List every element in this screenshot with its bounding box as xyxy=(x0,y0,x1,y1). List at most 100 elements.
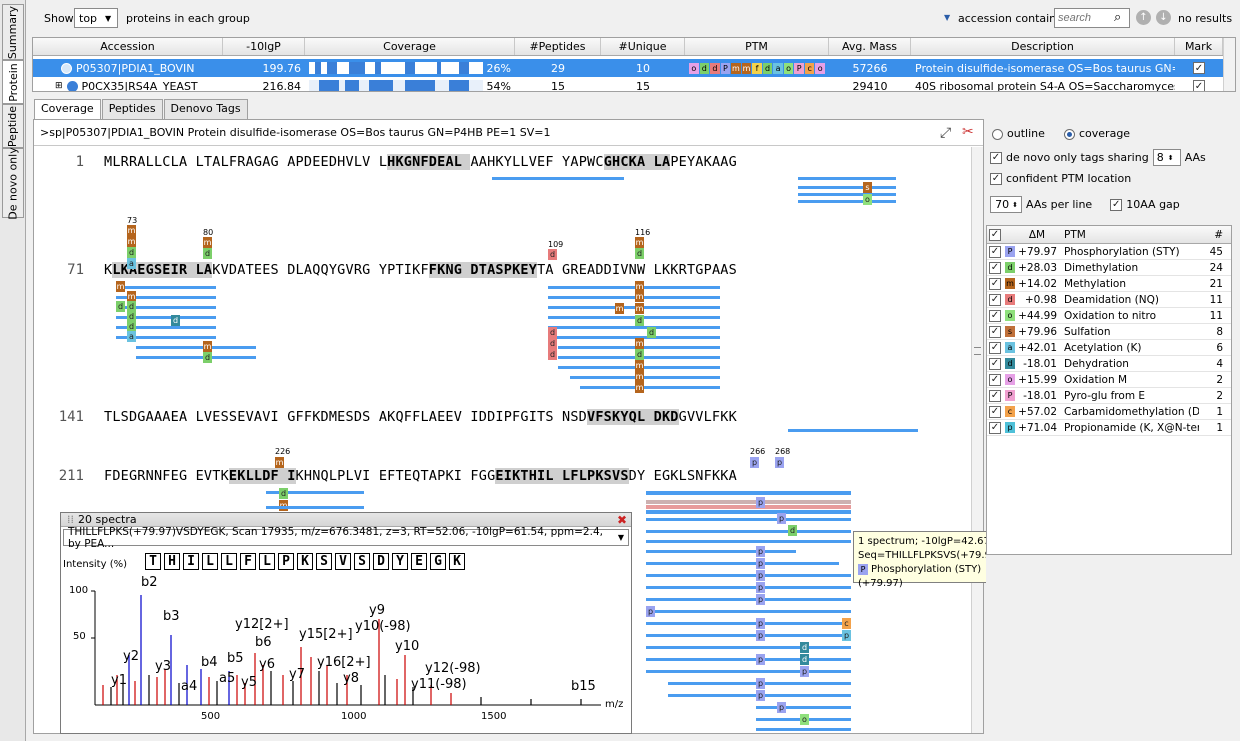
peptide-bar[interactable] xyxy=(646,491,851,495)
settings-icon[interactable]: ✂ xyxy=(962,124,974,140)
ptm-checkbox[interactable]: ✓ xyxy=(989,309,1001,322)
peptide-bar[interactable] xyxy=(580,386,720,389)
ptm-checkbox[interactable]: ✓ xyxy=(989,261,1001,274)
peptide-bar[interactable] xyxy=(646,505,851,509)
prev-result-icon[interactable]: ↑ xyxy=(1136,10,1151,25)
ptm-row[interactable]: ✓ m +14.02 Methylation 21 xyxy=(987,276,1231,292)
ptm-checkbox[interactable]: ✓ xyxy=(989,373,1001,386)
tab-protein[interactable]: Protein xyxy=(2,60,24,104)
confident-checkbox[interactable]: ✓ xyxy=(990,172,1002,185)
peptide-bar[interactable] xyxy=(798,186,896,189)
aa-per-line-spinner[interactable]: 70 ⬍ xyxy=(990,196,1022,213)
table-row[interactable]: ⊞ P0CX35|RS4A_YEAST 216.84 54% 15 15 2941… xyxy=(33,77,1223,91)
col-mass[interactable]: Avg. Mass xyxy=(829,38,911,55)
dropdown-arrow-icon[interactable]: ▼ xyxy=(944,13,950,22)
peptide-bar[interactable] xyxy=(798,177,896,180)
col-unique[interactable]: #Unique xyxy=(601,38,685,55)
denovo-checkbox[interactable]: ✓ xyxy=(990,151,1002,164)
peptide-bar[interactable] xyxy=(646,610,851,613)
col-peptides[interactable]: #Peptides xyxy=(515,38,601,55)
peptide-bar[interactable] xyxy=(646,646,851,649)
select-all-checkbox[interactable]: ✓ xyxy=(989,228,1001,241)
search-icon[interactable]: ⌕ xyxy=(1114,10,1121,25)
tab-summary[interactable]: Summary xyxy=(2,4,24,60)
peptide-bar[interactable] xyxy=(548,296,720,299)
mark-checkbox[interactable]: ✓ xyxy=(1193,62,1205,74)
peptide-bar[interactable] xyxy=(548,336,720,339)
peptide-bar[interactable] xyxy=(646,562,839,565)
coverage-radio[interactable]: coverage xyxy=(1064,127,1130,140)
peptide-bar[interactable] xyxy=(646,622,851,625)
ptm-row[interactable]: ✓ d -18.01 Dehydration 4 xyxy=(987,356,1231,372)
col-description[interactable]: Description xyxy=(911,38,1175,55)
spinner-arrows-icon[interactable]: ⬍ xyxy=(1012,201,1018,209)
peptide-bar[interactable] xyxy=(548,316,720,319)
ptm-row[interactable]: ✓ o +15.99 Oxidation M2 xyxy=(987,372,1231,388)
peptide-bar[interactable] xyxy=(646,500,851,504)
ptm-row[interactable]: ✓ d +0.98 Deamidation (NQ) 11 xyxy=(987,292,1231,308)
col-accession[interactable]: Accession xyxy=(33,38,223,55)
peptide-bar[interactable] xyxy=(548,306,720,309)
col-lgp[interactable]: -10lgP xyxy=(223,38,305,55)
ptm-checkbox[interactable]: ✓ xyxy=(989,245,1001,258)
ptm-checkbox[interactable]: ✓ xyxy=(989,277,1001,290)
peptide-bar[interactable] xyxy=(798,200,896,203)
ptm-row[interactable]: ✓ a +42.01 Acetylation (K) 6 xyxy=(987,340,1231,356)
ptm-row[interactable]: ✓c+57.02Carbamidomethylation (DHK...1 xyxy=(987,404,1231,420)
ptm-row[interactable]: ✓ P -18.01 Pyro-glu from E2 xyxy=(987,388,1231,404)
col-ptm[interactable]: PTM xyxy=(685,38,829,55)
ptm-checkbox[interactable]: ✓ xyxy=(989,405,1001,418)
peptide-bar[interactable] xyxy=(756,728,851,731)
next-result-icon[interactable]: ↓ xyxy=(1156,10,1171,25)
peptide-bar[interactable] xyxy=(492,177,624,180)
tab-denovo-only[interactable]: De novo only xyxy=(2,147,24,219)
spinner-arrows-icon[interactable]: ⬍ xyxy=(1168,154,1174,162)
peptide-bar[interactable] xyxy=(570,376,720,379)
expand-icon[interactable]: ⊞ xyxy=(55,81,63,91)
ptm-checkbox[interactable]: ✓ xyxy=(989,389,1001,402)
ptm-row[interactable]: ✓ o +44.99 Oxidation to nitro 11 xyxy=(987,308,1231,324)
ptm-checkbox[interactable]: ✓ xyxy=(989,325,1001,338)
peptide-bar[interactable] xyxy=(136,356,256,359)
peptide-bar[interactable] xyxy=(116,286,216,289)
peptide-bar[interactable] xyxy=(798,193,896,196)
tab-peptides[interactable]: Peptides xyxy=(101,99,163,119)
gap-checkbox[interactable]: ✓ xyxy=(1110,198,1123,211)
peptide-bar[interactable] xyxy=(646,540,851,543)
peptide-bar[interactable] xyxy=(136,346,256,349)
peptide-bar[interactable] xyxy=(646,670,851,673)
outline-radio[interactable]: outline xyxy=(992,127,1045,140)
peptide-bar[interactable] xyxy=(646,530,851,533)
peptide-bar[interactable] xyxy=(646,574,851,577)
peptide-bar[interactable] xyxy=(266,506,364,509)
coverage-scrollbar[interactable] xyxy=(971,147,983,733)
ptm-row[interactable]: ✓p+71.04Propionamide (K, X@N-term)1 xyxy=(987,420,1231,436)
peptide-bar[interactable] xyxy=(548,286,720,289)
ptm-checkbox[interactable]: ✓ xyxy=(989,293,1001,306)
show-combo[interactable]: top ▼ xyxy=(74,8,118,28)
ptm-checkbox[interactable]: ✓ xyxy=(989,421,1001,434)
denovo-spinner[interactable]: 8 ⬍ xyxy=(1152,149,1181,166)
peptide-bar[interactable] xyxy=(646,510,851,514)
mark-checkbox[interactable]: ✓ xyxy=(1193,80,1205,91)
tab-coverage[interactable]: Coverage xyxy=(34,99,101,119)
table-scrollbar[interactable] xyxy=(1223,38,1235,91)
peptide-bar[interactable] xyxy=(646,586,851,589)
table-row[interactable]: P05307|PDIA1_BOVIN 199.76 26% 29 10 oddP… xyxy=(33,59,1223,77)
ptm-row[interactable]: ✓ d +28.03 Dimethylation 24 xyxy=(987,260,1231,276)
col-mark[interactable]: Mark xyxy=(1175,38,1223,55)
ptm-row[interactable]: ✓ s +79.96 Sulfation 8 xyxy=(987,324,1231,340)
tab-denovo-tags[interactable]: Denovo Tags xyxy=(163,99,248,119)
expand-icon[interactable]: ⤢ xyxy=(940,125,951,141)
peptide-bar[interactable] xyxy=(646,658,851,661)
peptide-bar[interactable] xyxy=(788,429,918,432)
peptide-bar[interactable] xyxy=(548,326,720,329)
peptide-bar[interactable] xyxy=(646,598,851,601)
tab-peptide[interactable]: Peptide xyxy=(2,104,24,148)
peptide-bar[interactable] xyxy=(756,706,851,709)
peptide-bar[interactable] xyxy=(646,634,851,637)
col-coverage[interactable]: Coverage xyxy=(305,38,515,55)
ptm-checkbox[interactable]: ✓ xyxy=(989,341,1001,354)
peptide-bar[interactable] xyxy=(646,518,851,521)
ptm-checkbox[interactable]: ✓ xyxy=(989,357,1001,370)
